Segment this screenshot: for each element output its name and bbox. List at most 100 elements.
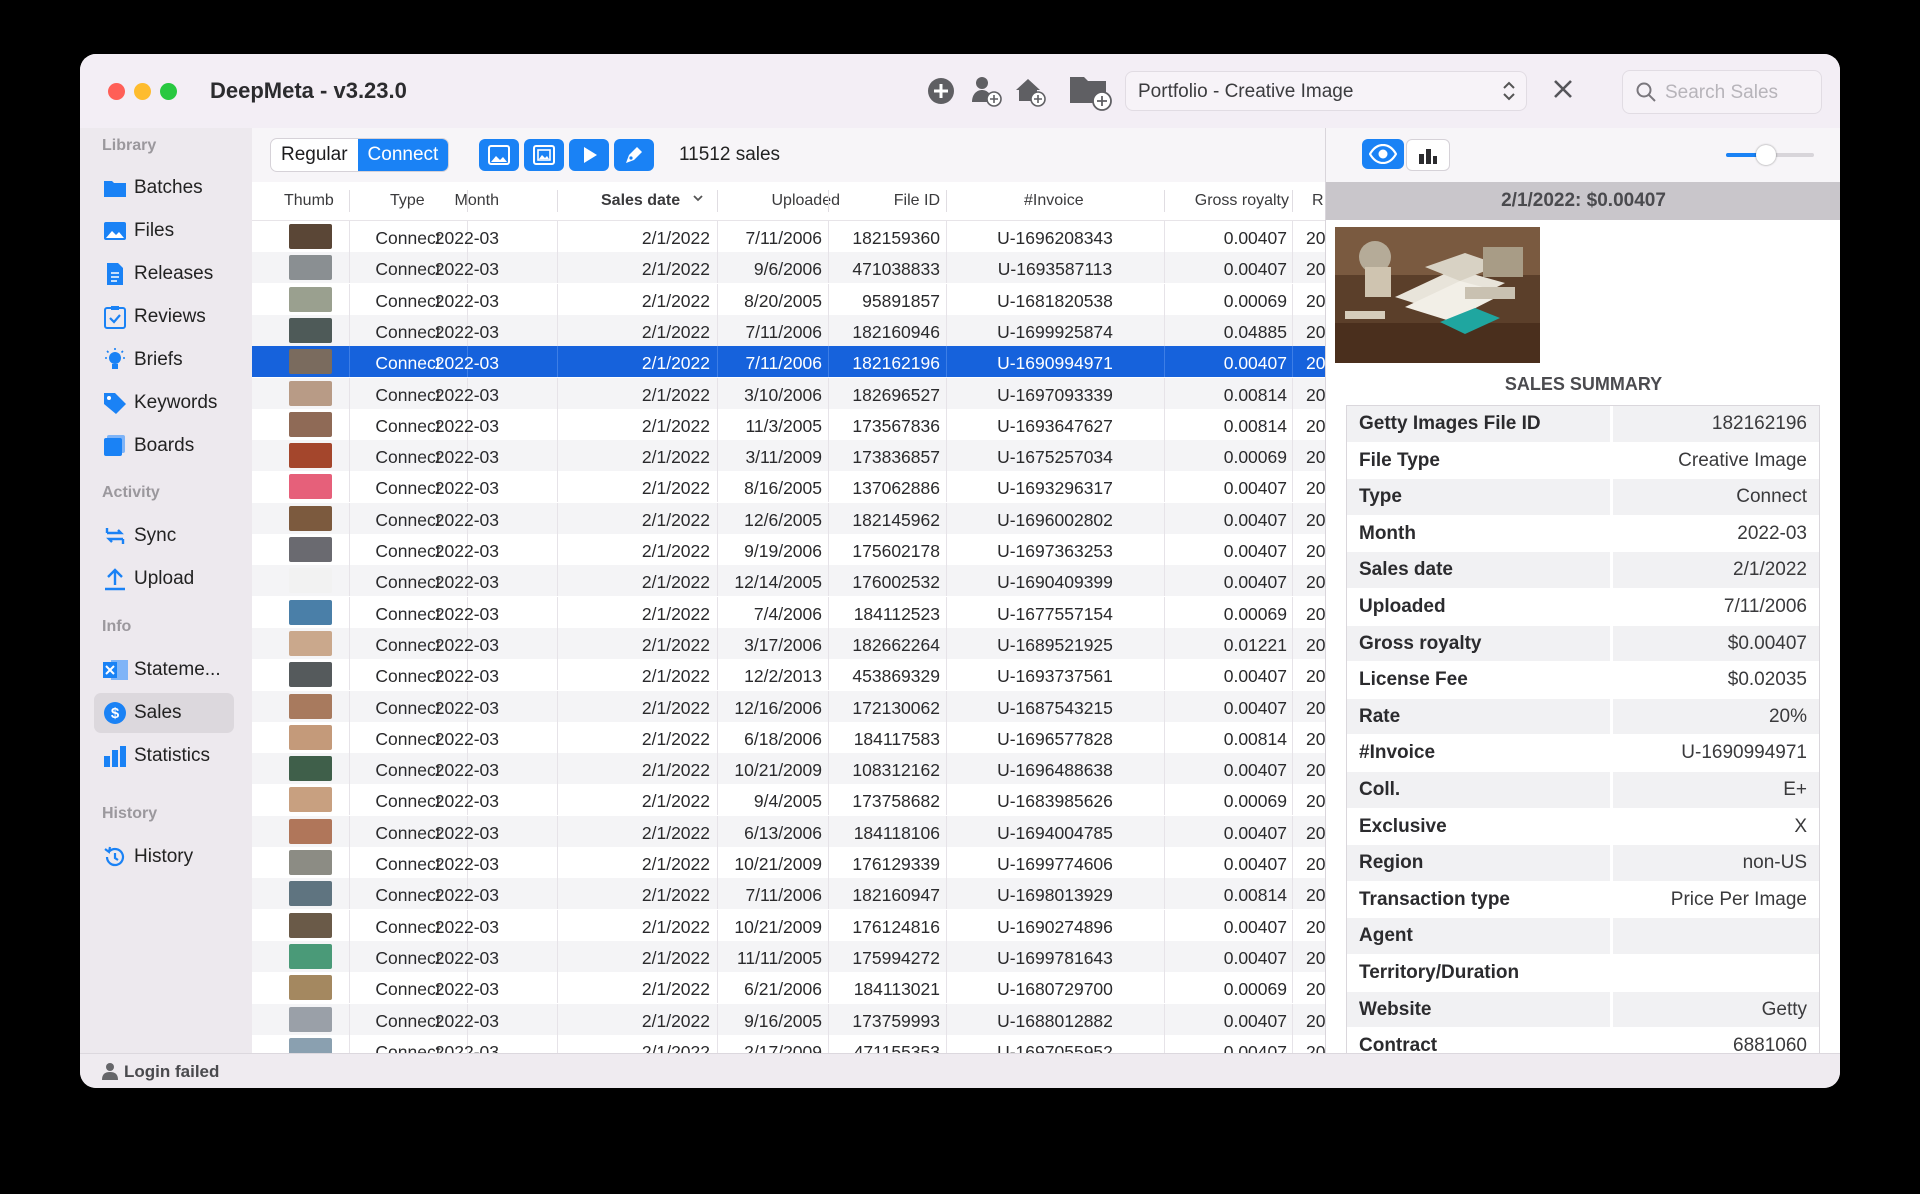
sidebar-item-sync[interactable]: Sync xyxy=(94,516,234,556)
sidebar-item-keywords[interactable]: Keywords xyxy=(94,383,234,423)
cell-invoice: U-1689521925 xyxy=(997,634,1113,655)
table-row[interactable]: Connect 2022-03 2/1/2022 7/11/2006 182159360… xyxy=(252,221,1325,252)
image-filter-button[interactable] xyxy=(479,139,519,171)
app-title: DeepMeta - v3.23.0 xyxy=(210,78,407,103)
sidebar-item-statements[interactable]: Stateme... xyxy=(94,650,234,690)
table-row[interactable]: Connect 2022-03 2/1/2022 7/11/2006 182160946… xyxy=(252,314,1325,346)
table-row[interactable]: Connect 2022-03 2/1/2022 9/16/2005 173759993… xyxy=(252,1003,1325,1035)
cell-gross-royalty: 0.00407 xyxy=(1223,916,1287,937)
portfolio-select[interactable]: Portfolio - Creative Image xyxy=(1125,71,1527,111)
sidebar-item-boards[interactable]: Boards xyxy=(94,426,234,466)
add-user-icon[interactable] xyxy=(966,72,1006,110)
column-header-sales-date[interactable]: Sales date xyxy=(601,192,680,210)
summary-key: Coll. xyxy=(1347,771,1611,808)
sidebar-item-batches[interactable]: Batches xyxy=(94,168,234,208)
zoom-window-button[interactable] xyxy=(160,83,177,100)
video-filter-button[interactable] xyxy=(569,139,609,171)
sidebar-item-upload[interactable]: Upload xyxy=(94,559,234,599)
cell-uploaded: 7/11/2006 xyxy=(745,321,822,342)
column-header-type[interactable]: Type xyxy=(390,192,425,210)
row-thumbnail xyxy=(289,474,332,500)
table-row[interactable]: Connect 2022-03 2/1/2022 6/21/2006 184113021… xyxy=(252,972,1325,1004)
summary-value xyxy=(1613,954,1819,991)
table-row[interactable]: Connect 2022-03 2/1/2022 3/11/2009 173836857… xyxy=(252,440,1325,472)
table-row[interactable]: Connect 2022-03 2/1/2022 7/4/2006 184112523 U… xyxy=(252,596,1325,628)
table-row[interactable]: Connect 2022-03 2/1/2022 2/17/2009 471155353… xyxy=(252,1034,1325,1053)
cell-gross-royalty: 0.00407 xyxy=(1223,541,1287,561)
table-row[interactable]: Connect 2022-03 2/1/2022 8/16/2005 137062886… xyxy=(252,471,1325,503)
table-row[interactable]: Connect 2022-03 2/1/2022 9/6/2006 471038833 U… xyxy=(252,252,1325,284)
illustration-filter-button[interactable] xyxy=(524,139,564,171)
table-row[interactable]: Connect 2022-03 2/1/2022 10/21/2009 17612481… xyxy=(252,909,1325,941)
minimize-window-button[interactable] xyxy=(134,83,151,100)
table-row[interactable]: Connect 2022-03 2/1/2022 12/6/2005 182145962… xyxy=(252,502,1325,534)
thumbnail-size-slider[interactable] xyxy=(1726,145,1814,165)
table-row[interactable]: Connect 2022-03 2/1/2022 10/21/2009 17612933… xyxy=(252,847,1325,878)
table-row[interactable]: Connect 2022-03 2/1/2022 11/11/2005 17599427… xyxy=(252,940,1325,972)
table-row[interactable]: Connect 2022-03 2/1/2022 11/3/2005 173567836… xyxy=(252,408,1325,440)
cell-sales-date: 2/1/2022 xyxy=(641,634,710,655)
sidebar-item-releases[interactable]: Releases xyxy=(94,254,234,294)
sidebar-item-reviews[interactable]: Reviews xyxy=(94,297,234,337)
sidebar-item-statistics[interactable]: Statistics xyxy=(94,736,234,776)
cell-sales-date: 2/1/2022 xyxy=(641,541,710,561)
photo-icon xyxy=(103,219,127,243)
column-header-file-id[interactable]: File ID xyxy=(894,192,940,210)
upload-icon xyxy=(103,567,127,591)
close-window-button[interactable] xyxy=(108,83,125,100)
table-row[interactable]: Connect 2022-03 2/1/2022 12/2/2013 453869329… xyxy=(252,659,1325,691)
column-header-uploaded[interactable]: Uploaded xyxy=(772,192,841,210)
sort-descending-icon[interactable] xyxy=(692,191,704,209)
table-row[interactable]: Connect 2022-03 2/1/2022 6/13/2006 184118106… xyxy=(252,815,1325,847)
column-header-thumb[interactable]: Thumb xyxy=(284,192,334,210)
sales-count: 11512 sales xyxy=(679,144,781,165)
summary-key: Rate xyxy=(1347,698,1611,735)
cell-file-id: 182162196 xyxy=(852,353,940,374)
column-header-month[interactable]: Month xyxy=(455,192,499,210)
sidebar-item-history[interactable]: History xyxy=(94,837,234,877)
row-thumbnail xyxy=(289,724,332,750)
mode-segmented-control[interactable]: Regular Connect xyxy=(270,138,450,172)
row-thumbnail xyxy=(289,975,332,1001)
table-row[interactable]: Connect 2022-03 2/1/2022 10/21/2009 10831216… xyxy=(252,753,1325,785)
cell-gross-royalty: 0.00407 xyxy=(1223,1041,1287,1053)
table-row[interactable]: Connect 2022-03 2/1/2022 12/16/2006 17213006… xyxy=(252,690,1325,722)
table-row[interactable]: Connect 2022-03 2/1/2022 6/18/2006 184117583… xyxy=(252,721,1325,753)
mode-regular-button[interactable]: Regular xyxy=(271,139,358,171)
sidebar-item-files[interactable]: Files xyxy=(94,211,234,251)
cell-invoice: U-1681820538 xyxy=(997,290,1113,311)
table-row[interactable]: Connect 2022-03 2/1/2022 9/4/2005 173758682 U… xyxy=(252,784,1325,816)
vector-filter-button[interactable] xyxy=(614,139,654,171)
table-row[interactable]: Connect 2022-03 2/1/2022 12/14/2005 17600253… xyxy=(252,565,1325,597)
cell-gross-royalty: 0.00407 xyxy=(1223,697,1287,718)
slider-knob[interactable] xyxy=(1755,145,1776,165)
column-header-rate[interactable]: R xyxy=(1312,192,1324,210)
bar-chart-icon xyxy=(1419,149,1437,164)
summary-row: Gross royalty $0.00407 xyxy=(1347,625,1819,663)
row-thumbnail xyxy=(289,693,332,719)
table-row[interactable]: Connect 2022-03 2/1/2022 9/19/2006 175602178… xyxy=(252,534,1325,565)
column-header-invoice[interactable]: #Invoice xyxy=(1024,192,1084,210)
table-row[interactable]: Connect 2022-03 2/1/2022 7/11/2006 182160947… xyxy=(252,878,1325,910)
search-field[interactable]: Search Sales xyxy=(1622,70,1822,114)
summary-key: Month xyxy=(1347,515,1611,552)
sidebar-item-sales[interactable]: $ Sales xyxy=(94,693,234,733)
chart-view-button[interactable] xyxy=(1406,139,1450,171)
table-row[interactable]: Connect 2022-03 2/1/2022 3/17/2006 182662264… xyxy=(252,627,1325,659)
summary-value: $0.00407 xyxy=(1613,625,1819,662)
preview-view-button[interactable] xyxy=(1362,139,1404,169)
column-header-gross-royalty[interactable]: Gross royalty xyxy=(1195,192,1289,210)
close-icon[interactable] xyxy=(1548,74,1578,104)
cell-gross-royalty: 0.00407 xyxy=(1223,259,1287,280)
sidebar-item-briefs[interactable]: Briefs xyxy=(94,340,234,380)
table-row[interactable]: Connect 2022-03 2/1/2022 3/10/2006 182696527… xyxy=(252,377,1325,409)
table-row[interactable]: Connect 2022-03 2/1/2022 7/11/2006 182162196… xyxy=(252,346,1325,378)
cell-file-id: 184117583 xyxy=(853,728,940,749)
add-icon[interactable] xyxy=(923,72,959,110)
add-home-icon[interactable] xyxy=(1010,72,1050,110)
mode-connect-button[interactable]: Connect xyxy=(357,139,449,171)
sales-table-body: Connect 2022-03 2/1/2022 7/11/2006 182159360… xyxy=(252,221,1325,1053)
summary-row: #Invoice U-1690994971 xyxy=(1347,735,1819,772)
add-folder-icon[interactable] xyxy=(1067,72,1115,111)
table-row[interactable]: Connect 2022-03 2/1/2022 8/20/2005 95891857 U… xyxy=(252,283,1325,315)
